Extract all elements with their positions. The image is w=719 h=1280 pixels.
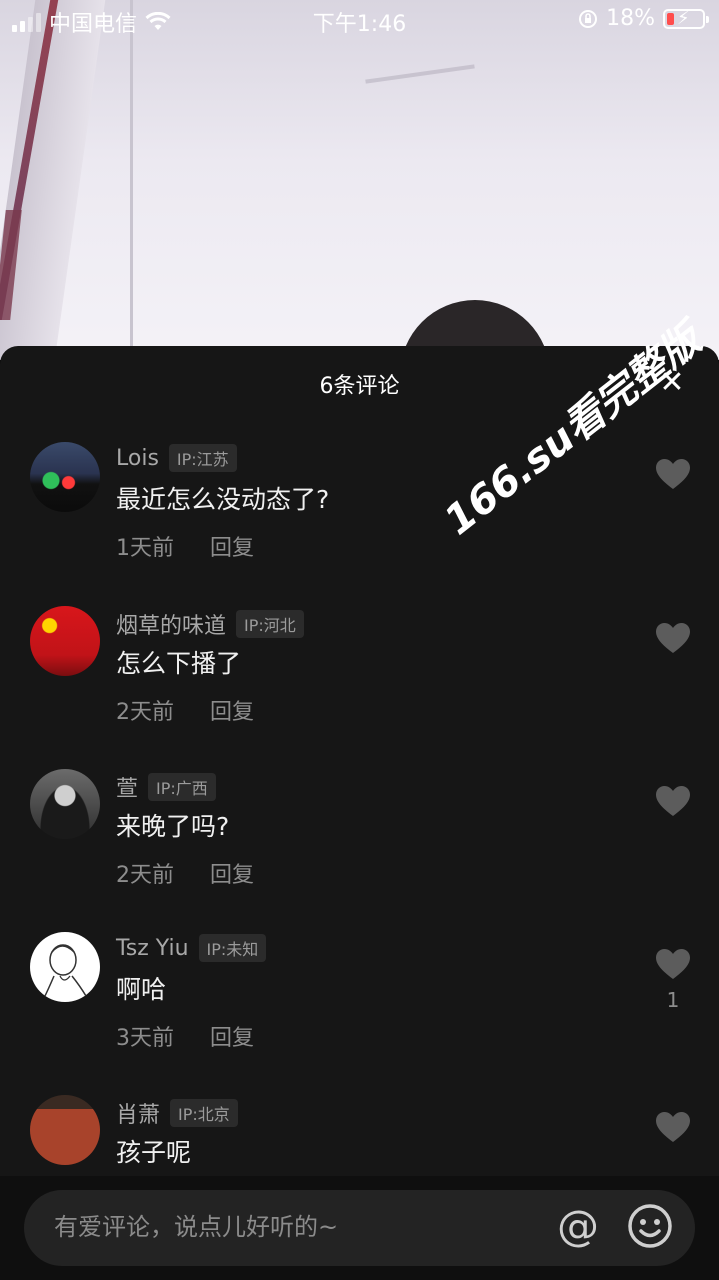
status-left: 中国电信 — [12, 6, 171, 38]
like-button[interactable]: 1 — [655, 948, 691, 1012]
comment-item[interactable]: Tsz Yiu IP:未知 啊哈 3天前 回复 1 — [0, 932, 719, 1082]
comment-item[interactable]: Lois IP:江苏 最近怎么没动态了? 1天前 回复 — [0, 442, 719, 592]
avatar[interactable] — [30, 1095, 100, 1165]
ip-badge: IP:江苏 — [168, 444, 237, 472]
emoji-icon[interactable] — [626, 1202, 674, 1250]
comment-header: Tsz Yiu IP:未知 — [116, 934, 267, 962]
carrier-label: 中国电信 — [49, 12, 138, 37]
comment-item[interactable]: 萱 IP:广西 来晚了吗? 2天前 回复 — [0, 769, 719, 919]
ip-badge: IP:北京 — [170, 1099, 238, 1127]
comment-header: 肖萧 IP:北京 — [116, 1097, 238, 1129]
comment-username[interactable]: 烟草的味道 — [116, 608, 226, 640]
comment-username[interactable]: 肖萧 — [116, 1097, 160, 1129]
status-bar: 中国电信 下午1:46 18% ⚡ — [0, 0, 719, 40]
heart-icon — [656, 623, 690, 653]
comment-text: 最近怎么没动态了? — [116, 485, 330, 514]
comment-meta: 3天前 回复 — [116, 1020, 254, 1052]
comment-username[interactable]: 萱 — [116, 771, 138, 803]
reply-button[interactable]: 回复 — [210, 857, 254, 889]
comment-text: 来晚了吗? — [116, 812, 230, 841]
like-button[interactable] — [655, 1111, 691, 1147]
comment-time: 2天前 — [116, 863, 174, 888]
comment-header: Lois IP:江苏 — [116, 444, 237, 472]
like-button[interactable] — [655, 785, 691, 821]
comment-username[interactable]: Lois — [116, 446, 159, 471]
wall-corner — [130, 0, 133, 360]
comment-header: 萱 IP:广西 — [116, 771, 216, 803]
wall-mark — [365, 64, 475, 84]
comment-item[interactable]: 烟草的味道 IP:河北 怎么下播了 2天前 回复 — [0, 606, 719, 756]
comment-time: 2天前 — [116, 700, 174, 725]
status-right: 18% ⚡ — [578, 6, 709, 31]
sketch-avatar-icon — [43, 944, 87, 999]
rotation-lock-icon — [579, 9, 598, 28]
reply-button[interactable]: 回复 — [210, 530, 254, 562]
battery-percent: 18% — [606, 6, 655, 31]
like-button[interactable] — [655, 458, 691, 494]
comments-sheet: 6条评论 ✕ Lois IP:江苏 最近怎么没动态了? 1天前 回复 烟草的味道… — [0, 346, 719, 1280]
heart-icon — [656, 459, 690, 489]
video-background[interactable] — [0, 0, 719, 360]
avatar[interactable] — [30, 442, 100, 512]
comment-text: 啊哈 — [116, 975, 167, 1004]
like-button[interactable] — [655, 622, 691, 658]
ip-badge: IP:未知 — [198, 934, 267, 962]
comment-meta: 2天前 回复 — [116, 857, 254, 889]
heart-icon — [656, 786, 690, 816]
wifi-icon — [145, 12, 171, 30]
comment-input-bar: @ — [0, 1176, 719, 1280]
comment-meta: 2天前 回复 — [116, 694, 254, 726]
heart-icon — [656, 949, 690, 979]
heart-icon — [656, 1112, 690, 1142]
avatar[interactable] — [30, 932, 100, 1002]
comment-input[interactable] — [52, 1212, 516, 1242]
reply-button[interactable]: 回复 — [210, 694, 254, 726]
signal-icon — [12, 12, 41, 32]
comment-username[interactable]: Tsz Yiu — [116, 936, 189, 961]
door-frame — [0, 0, 106, 360]
comment-header: 烟草的味道 IP:河北 — [116, 608, 304, 640]
comment-input-container[interactable]: @ — [24, 1190, 695, 1266]
comment-text: 怎么下播了 — [116, 649, 242, 678]
comment-meta: 1天前 回复 — [116, 530, 254, 562]
at-icon[interactable]: @ — [554, 1202, 602, 1250]
comment-time: 1天前 — [116, 536, 174, 561]
avatar[interactable] — [30, 769, 100, 839]
battery-charging-icon: ⚡ — [663, 8, 709, 29]
reply-button[interactable]: 回复 — [210, 1020, 254, 1052]
comment-text: 孩子呢 — [116, 1138, 192, 1167]
ip-badge: IP:河北 — [236, 610, 304, 638]
ip-badge: IP:广西 — [148, 773, 216, 801]
comment-time: 3天前 — [116, 1026, 174, 1051]
like-count: 1 — [666, 988, 680, 1012]
avatar[interactable] — [30, 606, 100, 676]
